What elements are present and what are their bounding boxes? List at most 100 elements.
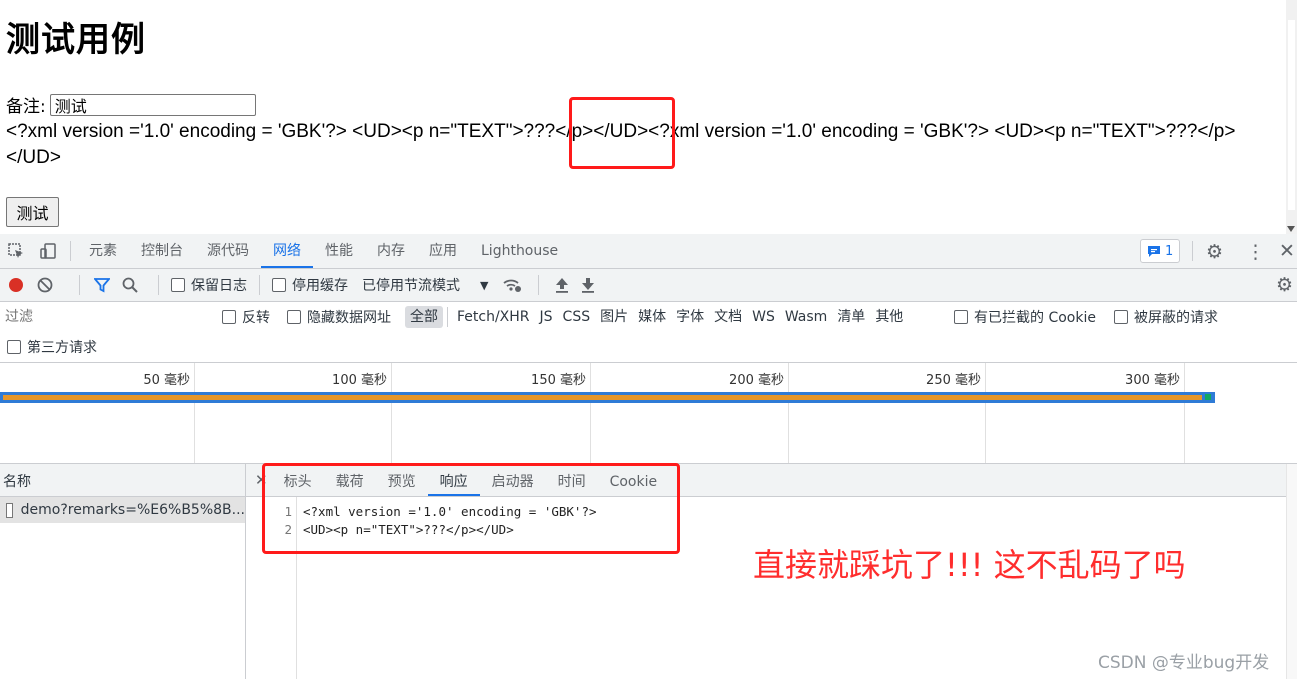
filter-funnel-icon[interactable] — [94, 277, 110, 293]
record-icon[interactable] — [9, 278, 23, 292]
remark-label: 备注: — [6, 97, 46, 117]
checkbox-box[interactable] — [171, 278, 185, 292]
filter-type-manifest[interactable]: 清单 — [832, 306, 870, 328]
filter-type-img[interactable]: 图片 — [595, 306, 633, 328]
timeline-tick: 200 毫秒 — [591, 363, 789, 463]
third-party-label: 第三方请求 — [27, 340, 97, 356]
tab-console[interactable]: 控制台 — [129, 234, 195, 268]
preserve-log-checkbox[interactable]: 保留日志 — [171, 275, 247, 295]
device-toolbar-icon[interactable] — [32, 242, 64, 260]
timeline-tick: 50 毫秒 — [0, 363, 195, 463]
clear-icon[interactable] — [37, 277, 53, 293]
timeline-tick-label: 250 毫秒 — [926, 373, 981, 388]
timeline-tick-label: 50 毫秒 — [143, 373, 190, 388]
network-conditions-wifi-icon[interactable] — [502, 277, 522, 293]
tab-lighthouse[interactable]: Lighthouse — [469, 234, 570, 268]
timeline-tick-label: 200 毫秒 — [729, 373, 784, 388]
tab-performance[interactable]: 性能 — [313, 234, 365, 268]
devtools-tabbar: 元素 控制台 源代码 网络 性能 内存 应用 Lighthouse 1 ⚙ ⋮ … — [0, 234, 1297, 269]
document-file-icon — [6, 502, 13, 518]
tab-network[interactable]: 网络 — [261, 234, 313, 268]
filter-type-js[interactable]: JS — [535, 306, 558, 328]
chevron-down-icon: ▼ — [480, 278, 489, 292]
filter-type-all[interactable]: 全部 — [405, 306, 443, 328]
blocked-cookies-checkbox[interactable]: 有已拦截的 Cookie — [954, 305, 1096, 329]
invert-checkbox[interactable]: 反转 — [222, 305, 270, 329]
checkbox-box[interactable] — [954, 310, 968, 324]
detail-scrollbar[interactable] — [1286, 464, 1297, 679]
checkbox-box[interactable] — [222, 310, 236, 324]
scroll-down-arrow-icon[interactable] — [1287, 226, 1295, 232]
blocked-cookies-label: 有已拦截的 Cookie — [974, 310, 1096, 326]
tab-memory[interactable]: 内存 — [365, 234, 417, 268]
divider — [70, 241, 71, 261]
page-title: 测试用例 — [6, 20, 146, 60]
invert-label: 反转 — [242, 310, 270, 326]
timeline-tick-label: 150 毫秒 — [531, 373, 586, 388]
checkbox-box[interactable] — [1114, 310, 1128, 324]
remark-input[interactable] — [49, 93, 256, 116]
timeline-tick-label: 300 毫秒 — [1125, 373, 1180, 388]
highlight-box-response — [262, 463, 680, 554]
issues-message-icon — [1148, 245, 1160, 257]
timeline-tick: 150 毫秒 — [392, 363, 591, 463]
preserve-log-label: 保留日志 — [191, 278, 247, 294]
close-devtools-icon[interactable]: ✕ — [1279, 240, 1295, 262]
annotation-text: 直接就踩坑了!!! 这不乱码了吗 — [753, 546, 1186, 584]
network-settings-gear-icon[interactable]: ⚙ — [1276, 274, 1293, 296]
checkbox-box[interactable] — [287, 310, 301, 324]
filter-type-doc[interactable]: 文档 — [709, 306, 747, 328]
name-column-header[interactable]: 名称 — [0, 464, 245, 497]
blocked-requests-checkbox[interactable]: 被屏蔽的请求 — [1114, 305, 1218, 329]
settings-gear-icon[interactable]: ⚙ — [1206, 241, 1223, 263]
import-har-icon[interactable] — [555, 277, 569, 293]
web-page: 测试用例 备注: <?xml version ='1.0' encoding =… — [0, 0, 1286, 234]
tab-application[interactable]: 应用 — [417, 234, 469, 268]
filter-type-fetch-xhr[interactable]: Fetch/XHR — [452, 306, 535, 328]
search-icon[interactable] — [122, 277, 138, 293]
watermark: CSDN @专业bug开发 — [1098, 653, 1270, 673]
test-button[interactable]: 测试 — [6, 197, 59, 227]
highlight-box-page — [569, 97, 675, 169]
filter-type-wasm[interactable]: Wasm — [780, 306, 832, 328]
timeline-tick-label: 100 毫秒 — [332, 373, 387, 388]
timeline-request-bar — [0, 392, 1215, 403]
filter-type-media[interactable]: 媒体 — [633, 306, 671, 328]
filter-type-css[interactable]: CSS — [558, 306, 596, 328]
disable-cache-label: 停用缓存 — [292, 278, 348, 294]
timeline-load-marker — [1205, 394, 1211, 400]
divider — [447, 307, 448, 327]
disable-cache-checkbox[interactable]: 停用缓存 — [272, 275, 348, 295]
page-scrollbar[interactable] — [1286, 0, 1297, 234]
timeline-request-bar-fill — [3, 395, 1202, 400]
checkbox-box[interactable] — [7, 340, 21, 354]
filter-type-other[interactable]: 其他 — [870, 306, 908, 328]
network-overview-timeline[interactable]: 50 毫秒 100 毫秒 150 毫秒 200 毫秒 250 毫秒 300 毫秒 — [0, 363, 1297, 464]
third-party-checkbox[interactable]: 第三方请求 — [7, 335, 97, 359]
hide-data-urls-label: 隐藏数据网址 — [307, 310, 391, 326]
blocked-requests-label: 被屏蔽的请求 — [1134, 310, 1218, 326]
hide-data-urls-checkbox[interactable]: 隐藏数据网址 — [287, 305, 391, 329]
filter-type-font[interactable]: 字体 — [671, 306, 709, 328]
divider — [538, 275, 540, 295]
tab-elements[interactable]: 元素 — [77, 234, 129, 268]
filter-type-ws[interactable]: WS — [747, 306, 780, 328]
network-toolbar: 保留日志 停用缓存 已停用节流模式 ▼ ⚙ — [0, 269, 1297, 302]
page-scrollbar-thumb[interactable] — [1288, 20, 1295, 210]
tab-sources[interactable]: 源代码 — [195, 234, 261, 268]
request-list: 名称 demo?remarks=%E6%B5%8B... — [0, 464, 246, 679]
issues-badge[interactable]: 1 — [1140, 239, 1181, 263]
timeline-tick: 100 毫秒 — [195, 363, 392, 463]
filter-input[interactable] — [0, 305, 205, 329]
export-har-icon[interactable] — [581, 277, 595, 293]
timeline-tick: 300 毫秒 — [986, 363, 1185, 463]
checkbox-box[interactable] — [272, 278, 286, 292]
resource-type-filters: 全部 Fetch/XHR JS CSS 图片 媒体 字体 文档 WS Wasm … — [405, 305, 908, 329]
devtools-panel: 元素 控制台 源代码 网络 性能 内存 应用 Lighthouse 1 ⚙ ⋮ … — [0, 234, 1297, 679]
divider — [158, 275, 159, 295]
inspect-element-icon[interactable] — [0, 242, 32, 260]
filter-bar: 反转 隐藏数据网址 全部 Fetch/XHR JS CSS 图片 媒体 字体 文… — [0, 302, 1297, 363]
request-row[interactable]: demo?remarks=%E6%B5%8B... — [0, 497, 245, 523]
throttle-select[interactable]: 已停用节流模式 ▼ — [362, 275, 488, 295]
more-options-icon[interactable]: ⋮ — [1246, 241, 1265, 263]
